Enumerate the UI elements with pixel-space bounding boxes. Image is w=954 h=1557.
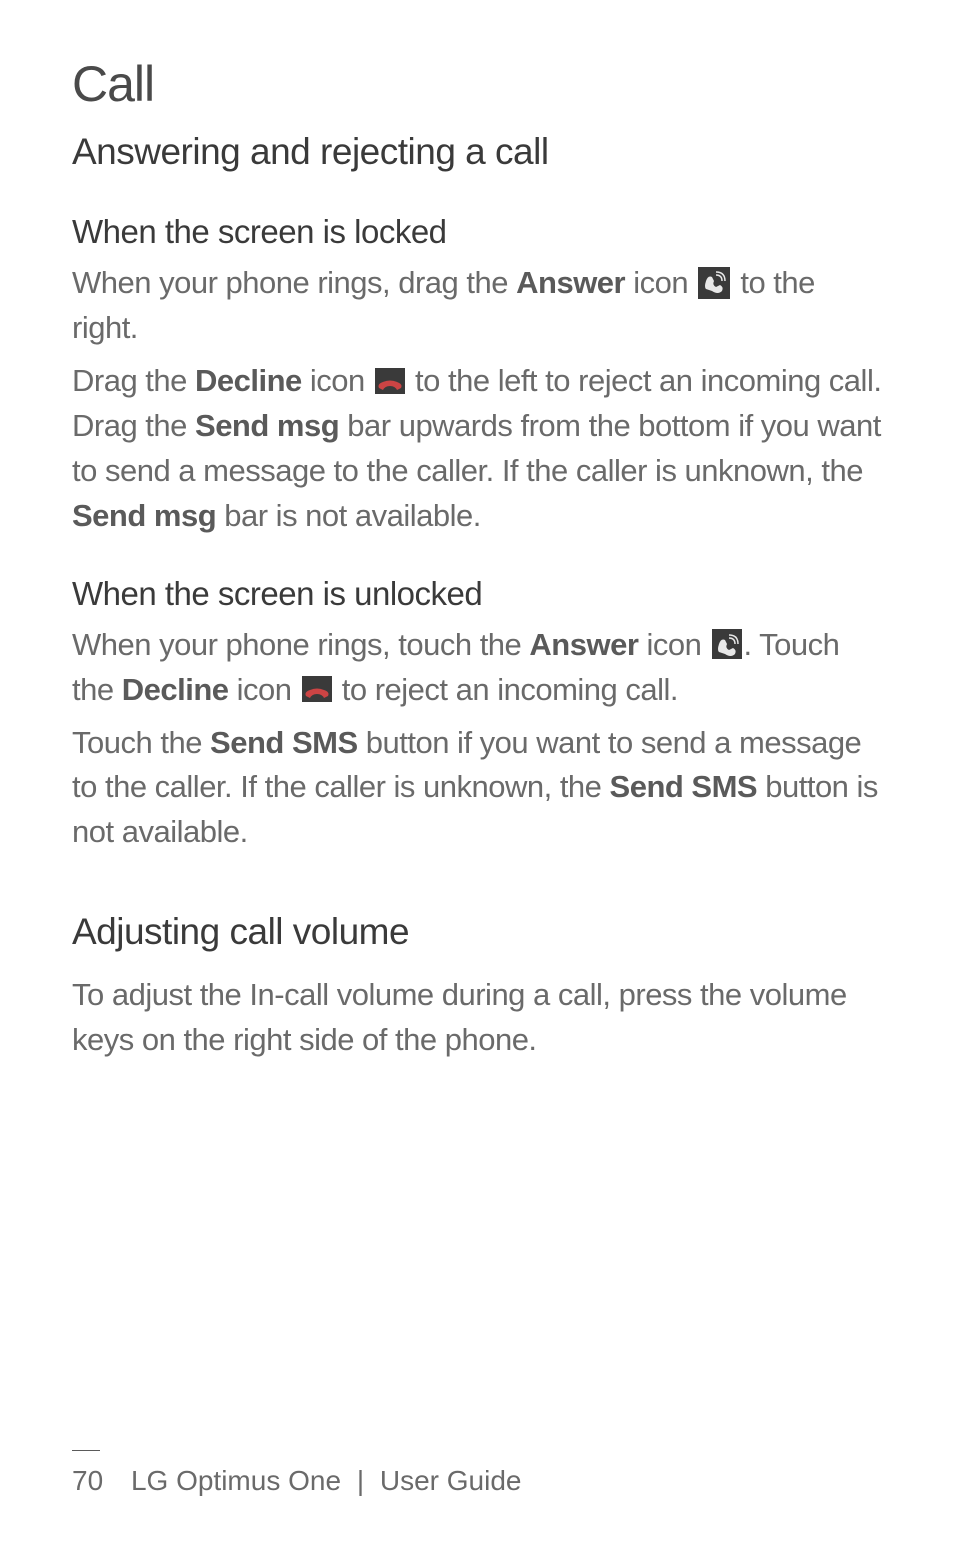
answer-icon [698,267,730,299]
answer-icon [712,629,742,659]
text-fragment: icon [625,265,696,300]
text-fragment: bar is not available. [216,498,481,533]
decline-icon [302,676,332,702]
text-fragment: When your phone rings, drag the [72,265,516,300]
product-name: LG Optimus One [131,1465,341,1496]
doc-title: User Guide [380,1465,522,1496]
text-fragment: When your phone rings, touch the [72,627,529,662]
text-fragment: Touch the [72,725,210,760]
send-msg-label: Send msg [72,498,216,533]
text-fragment: icon [302,363,373,398]
page-heading: Call [72,55,882,113]
answer-label: Answer [529,627,638,662]
footer-separator: | [357,1465,364,1496]
decline-label: Decline [122,672,229,707]
page-number: 70 [72,1465,103,1497]
unlocked-paragraph-2: Touch the Send SMS button if you want to… [72,721,882,856]
text-fragment: icon [638,627,709,662]
text-fragment: to reject an incoming call. [334,672,678,707]
unlocked-paragraph-1: When your phone rings, touch the Answer … [72,623,882,713]
decline-icon [375,368,405,394]
sub-heading-locked: When the screen is locked [72,213,882,251]
volume-paragraph: To adjust the In-call volume during a ca… [72,973,882,1063]
send-sms-label: Send SMS [210,725,358,760]
footer-rule [72,1450,100,1451]
text-fragment: icon [229,672,300,707]
locked-paragraph-1: When your phone rings, drag the Answer i… [72,261,882,351]
footer-text: 70 LG Optimus One | User Guide [72,1465,882,1497]
section-answering-heading: Answering and rejecting a call [72,131,882,173]
send-msg-label: Send msg [195,408,339,443]
sub-heading-unlocked: When the screen is unlocked [72,575,882,613]
section-volume-heading: Adjusting call volume [72,911,882,953]
page-footer: 70 LG Optimus One | User Guide [72,1450,882,1497]
decline-label: Decline [195,363,302,398]
locked-paragraph-2: Drag the Decline icon to the left to rej… [72,359,882,539]
send-sms-label: Send SMS [610,769,758,804]
text-fragment: Drag the [72,363,195,398]
answer-label: Answer [516,265,625,300]
